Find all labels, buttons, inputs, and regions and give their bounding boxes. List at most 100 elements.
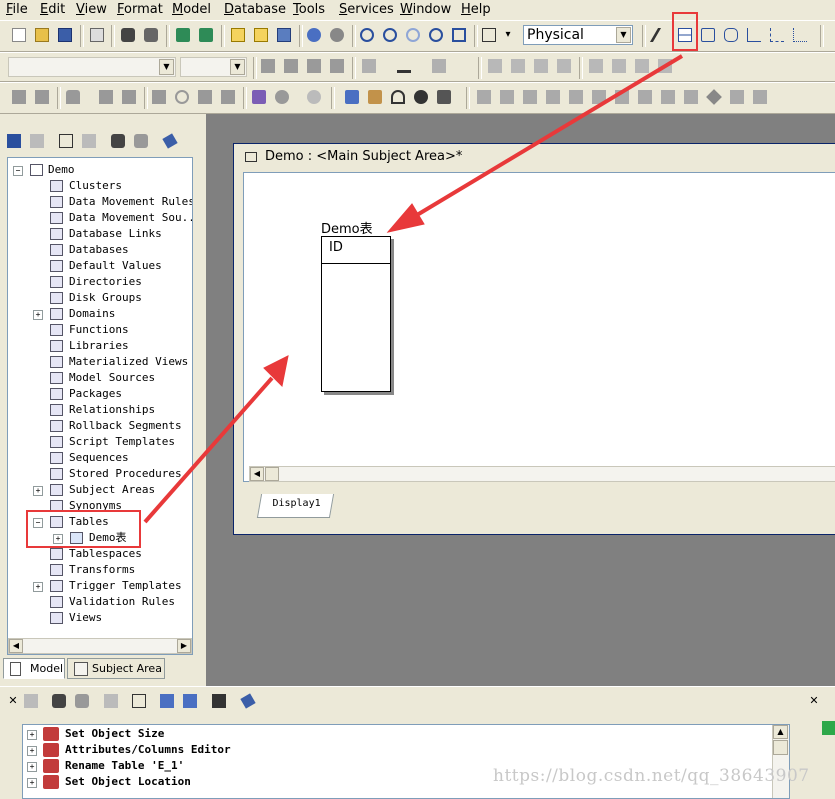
- export-button[interactable]: [197, 26, 215, 44]
- chevron-down-icon[interactable]: ▼: [159, 59, 174, 75]
- log-sort-button[interactable]: [210, 692, 228, 710]
- tab-model[interactable]: Model: [3, 658, 65, 679]
- scroll-thumb[interactable]: [265, 467, 279, 481]
- menu-model[interactable]: Model: [172, 1, 211, 19]
- esl-button[interactable]: [435, 88, 453, 106]
- open-button[interactable]: [33, 26, 51, 44]
- delete-button[interactable]: [80, 132, 98, 150]
- log-undo-button[interactable]: [22, 692, 40, 710]
- align-right-button[interactable]: [532, 57, 550, 75]
- print-button[interactable]: [88, 26, 106, 44]
- tree-item[interactable]: Data Movement Rules: [8, 194, 192, 210]
- tree-item[interactable]: − Demo: [8, 162, 192, 178]
- tree-item[interactable]: Materialized Views: [8, 354, 192, 370]
- log-tag-button[interactable]: [239, 692, 257, 710]
- zoom-reset-button[interactable]: [404, 26, 422, 44]
- many-to-many-rel-button[interactable]: [791, 26, 809, 44]
- menu-view[interactable]: View: [76, 1, 107, 19]
- strike-button[interactable]: [328, 57, 346, 75]
- zoom-in-button[interactable]: [381, 26, 399, 44]
- scroll-left-icon[interactable]: ◀: [9, 639, 23, 653]
- forward-engineer-button[interactable]: [343, 88, 361, 106]
- report-button[interactable]: [252, 26, 270, 44]
- tab-display1[interactable]: Display1: [256, 494, 335, 518]
- tree-item[interactable]: Databases: [8, 242, 192, 258]
- log-find-button[interactable]: [50, 692, 68, 710]
- tree-item[interactable]: Views: [8, 610, 192, 626]
- diagram-horizontal-scrollbar[interactable]: ◀: [249, 466, 835, 482]
- tree-item[interactable]: Database Links: [8, 226, 192, 242]
- import-button[interactable]: [174, 26, 192, 44]
- diagram-button[interactable]: [250, 88, 268, 106]
- log-merge-button[interactable]: [181, 692, 199, 710]
- find-button[interactable]: [119, 26, 137, 44]
- bold-button[interactable]: [259, 57, 277, 75]
- lock-button[interactable]: [64, 88, 82, 106]
- log-replace-button[interactable]: [73, 692, 91, 710]
- tree-item[interactable]: Script Templates: [8, 434, 192, 450]
- expand-icon[interactable]: +: [27, 778, 37, 788]
- tree-tool-a-button[interactable]: [475, 88, 493, 106]
- tree-item[interactable]: Directories: [8, 274, 192, 290]
- tree-item[interactable]: Relationships: [8, 402, 192, 418]
- tree-item[interactable]: Functions: [8, 322, 192, 338]
- shape-a-button[interactable]: [97, 88, 115, 106]
- align-left-button[interactable]: [486, 57, 504, 75]
- space-across-button[interactable]: [587, 57, 605, 75]
- display-dropdown-button[interactable]: ▾: [499, 26, 517, 44]
- copy-shape-button[interactable]: [33, 88, 51, 106]
- scroll-left-icon[interactable]: ◀: [250, 467, 264, 481]
- resize-button[interactable]: [633, 57, 651, 75]
- tree-tool-f-button[interactable]: [590, 88, 608, 106]
- fill-color-button[interactable]: [360, 57, 378, 75]
- no-shadow-button[interactable]: [656, 57, 674, 75]
- pointer-tool-button[interactable]: [649, 26, 676, 44]
- layout-button[interactable]: [229, 26, 247, 44]
- view-tool-button[interactable]: [699, 26, 717, 44]
- tree-item[interactable]: + Subject Areas: [8, 482, 192, 498]
- menu-edit[interactable]: Edit: [40, 1, 65, 19]
- menu-tools[interactable]: Tools: [293, 1, 325, 19]
- zoom-out-button[interactable]: [358, 26, 376, 44]
- font-color-button[interactable]: [430, 57, 448, 75]
- italic-button[interactable]: [282, 57, 300, 75]
- chevron-down-icon[interactable]: ▼: [230, 59, 245, 75]
- tree-item[interactable]: Default Values: [8, 258, 192, 274]
- refresh-button[interactable]: [173, 88, 191, 106]
- tree-tool-k-button[interactable]: [728, 88, 746, 106]
- tree-tool-g-button[interactable]: [613, 88, 631, 106]
- tree-horizontal-scrollbar[interactable]: ◀ ▶: [8, 638, 192, 654]
- replace-button[interactable]: [142, 26, 160, 44]
- grid-button[interactable]: [150, 88, 168, 106]
- tree-tool-i-button[interactable]: [659, 88, 677, 106]
- chevron-down-icon[interactable]: ▼: [616, 27, 631, 43]
- tree-item[interactable]: Transforms: [8, 562, 192, 578]
- headset-button[interactable]: [389, 88, 407, 106]
- shape-c-button[interactable]: [196, 88, 214, 106]
- tree-replace-button[interactable]: [132, 132, 150, 150]
- tree-item[interactable]: Disk Groups: [8, 290, 192, 306]
- expand-icon[interactable]: +: [33, 310, 43, 320]
- scroll-up-icon[interactable]: ▲: [773, 725, 788, 739]
- tree-item[interactable]: Validation Rules: [8, 594, 192, 610]
- expand-icon[interactable]: +: [33, 582, 43, 592]
- align-top-button[interactable]: [555, 57, 573, 75]
- bug-button[interactable]: [305, 88, 323, 106]
- tree-tool-c-button[interactable]: [521, 88, 539, 106]
- new-button[interactable]: [10, 26, 28, 44]
- tree-tool-e-button[interactable]: [567, 88, 585, 106]
- entity-column-id[interactable]: ID: [329, 240, 343, 255]
- tree-item[interactable]: + Domains: [8, 306, 192, 322]
- shape-b-button[interactable]: [120, 88, 138, 106]
- menu-file[interactable]: File: [6, 1, 28, 19]
- entity-box[interactable]: ID: [321, 236, 391, 392]
- tree-tool-h-button[interactable]: [636, 88, 654, 106]
- tree-item[interactable]: Model Sources: [8, 370, 192, 386]
- menu-services[interactable]: Services: [339, 1, 394, 19]
- tree-item[interactable]: Rollback Segments: [8, 418, 192, 434]
- tree-tag-button[interactable]: [161, 132, 179, 150]
- tree-tool-b-button[interactable]: [498, 88, 516, 106]
- tab-subject-area[interactable]: Subject Area: [67, 658, 165, 679]
- entity-title[interactable]: Demo表: [321, 218, 373, 237]
- expand-icon[interactable]: +: [27, 746, 37, 756]
